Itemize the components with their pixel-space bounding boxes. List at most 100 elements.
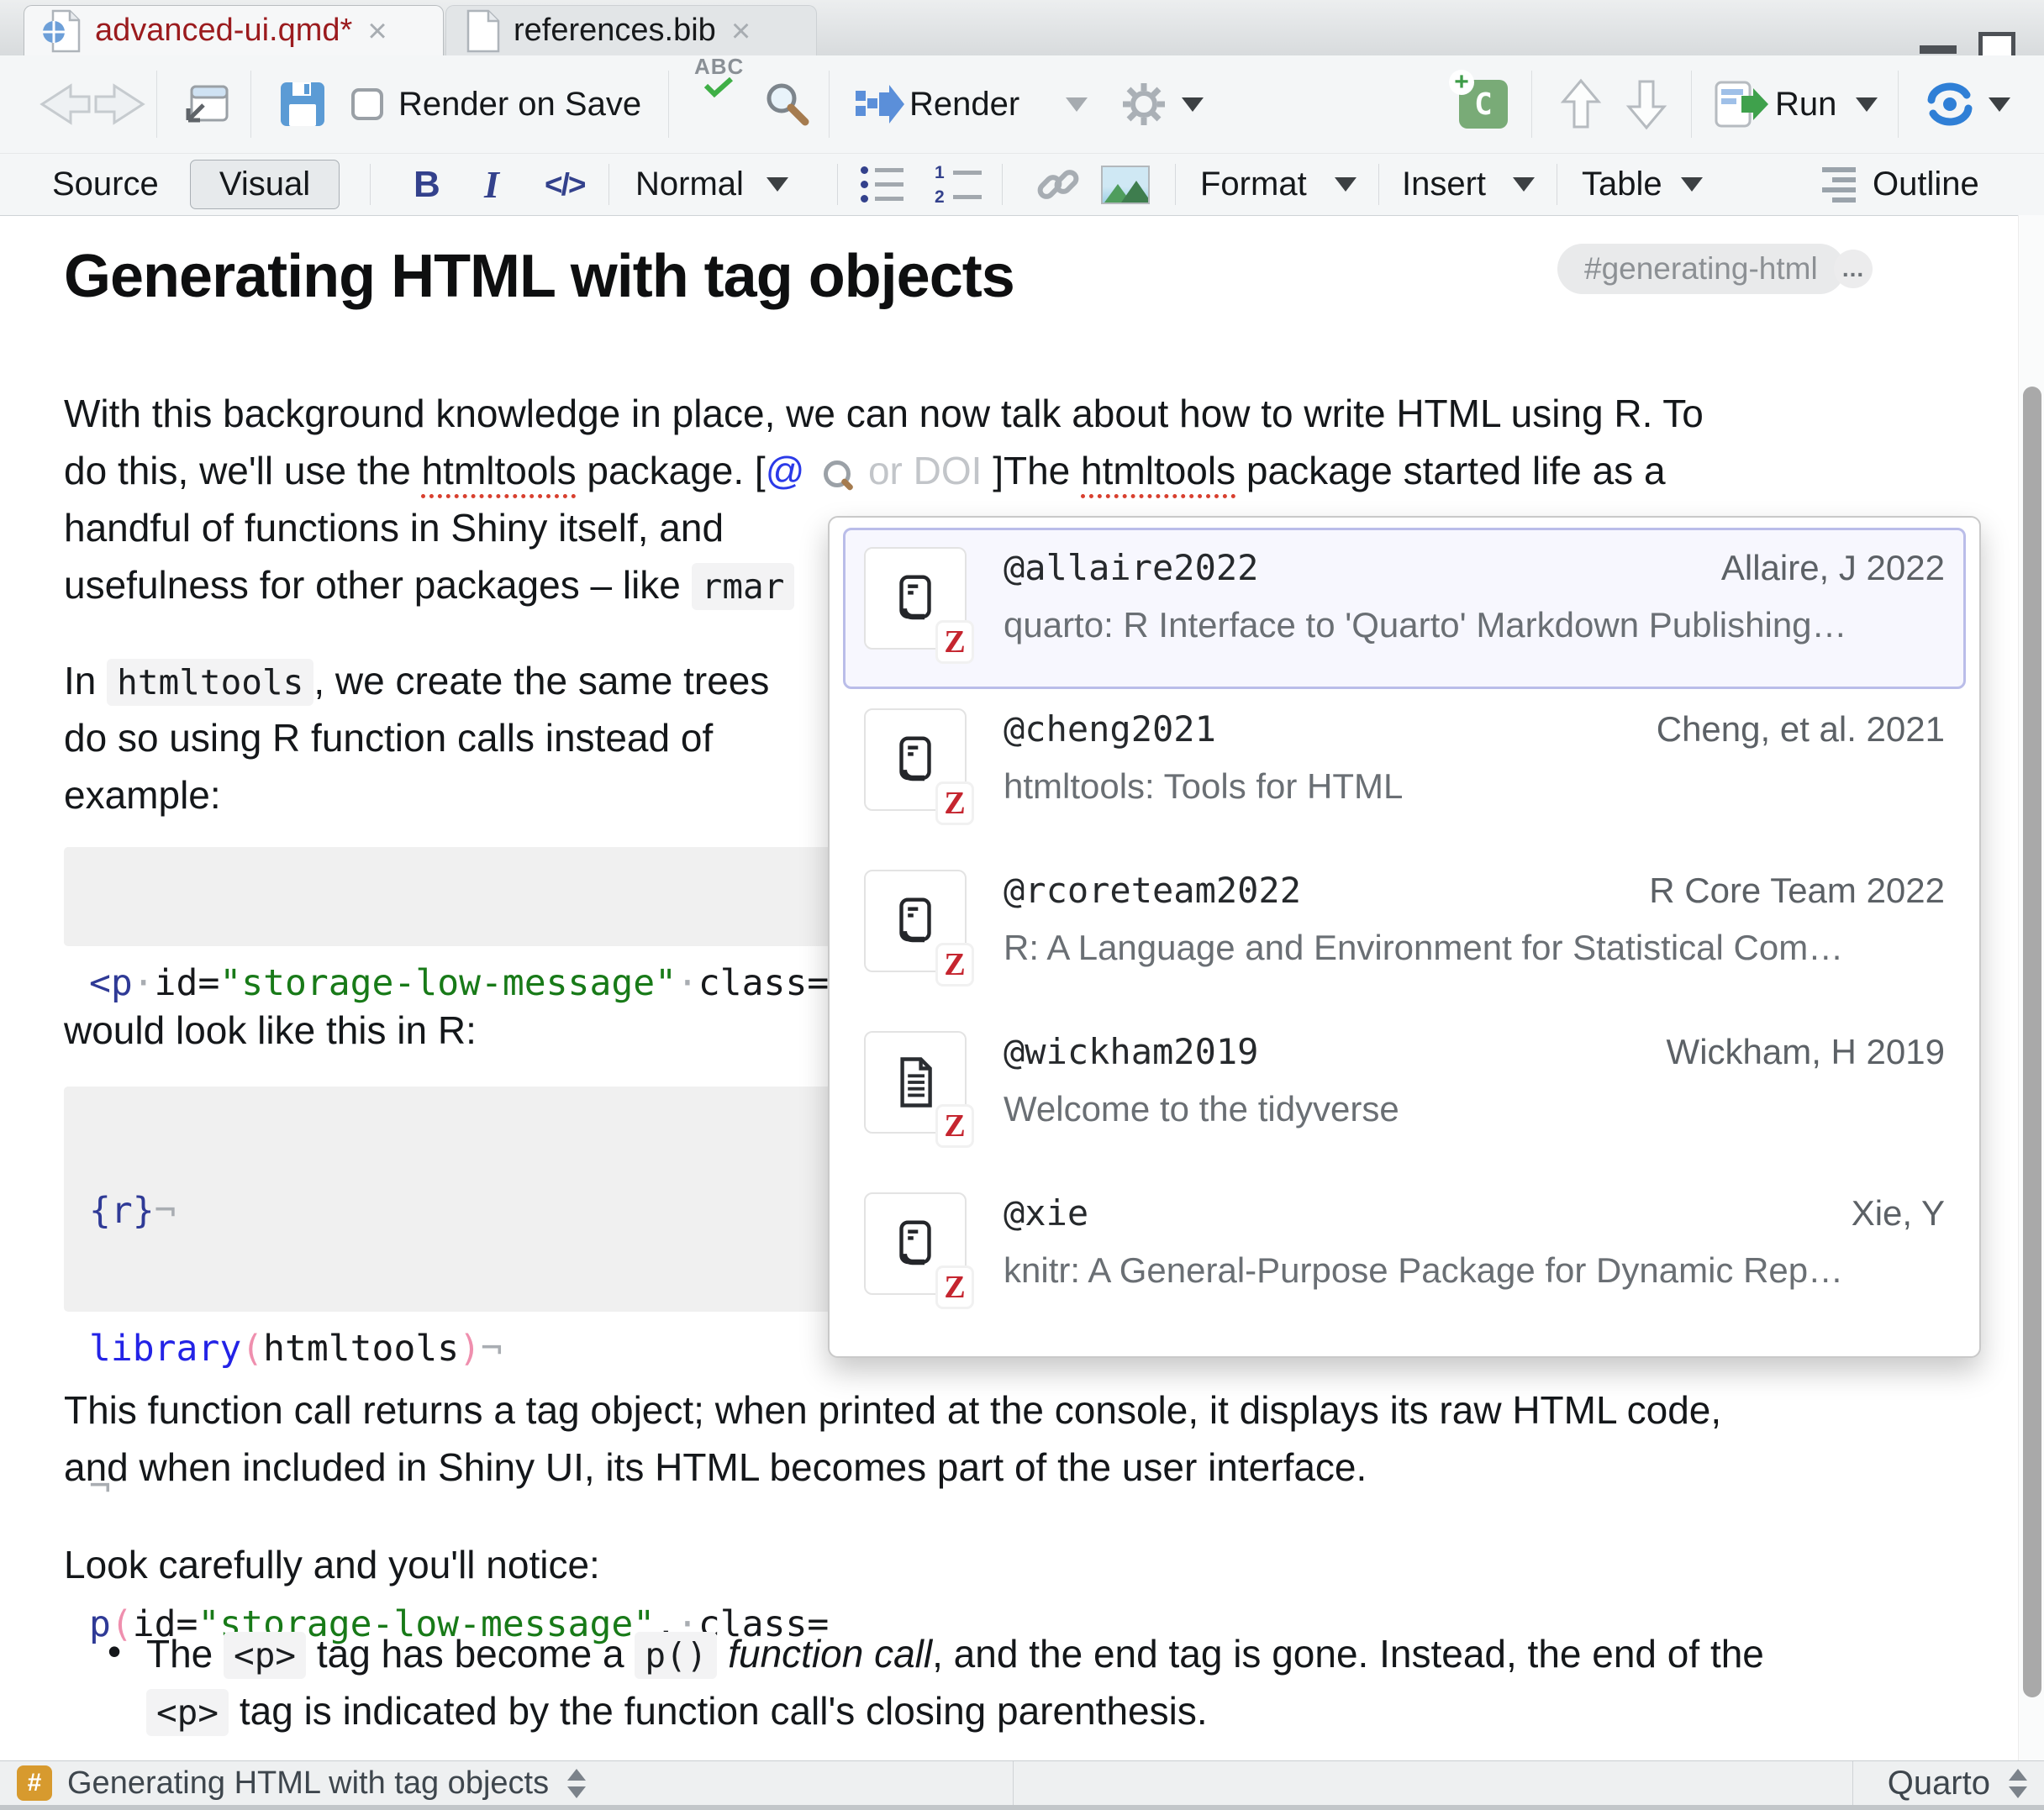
citation-item-text: @cheng2021 Cheng, et al. 2021 htmltools:… xyxy=(1004,708,1945,831)
citation-key: @cheng2021 xyxy=(1004,708,1216,750)
paragraph-line: With this background knowledge in place,… xyxy=(64,388,1704,439)
run-dropdown-icon[interactable] xyxy=(1856,55,1878,153)
outline-section-selector[interactable]: Generating HTML with tag objects xyxy=(67,1761,586,1805)
citation-author-year: Xie, Y xyxy=(1852,1193,1945,1234)
render-on-save-checkbox[interactable] xyxy=(351,55,383,153)
paragraph-line: handful of functions in Shiny itself, an… xyxy=(64,502,724,553)
format-menu-dropdown-icon[interactable] xyxy=(1335,154,1357,215)
run-icon[interactable] xyxy=(1715,55,1770,153)
link-button[interactable] xyxy=(1034,154,1083,215)
source-refresh-icon[interactable] xyxy=(1925,55,1975,153)
paragraph-line: example: xyxy=(64,770,221,820)
spellcheck-button[interactable]: ABC xyxy=(694,55,744,153)
citation-title: R: A Language and Environment for Statis… xyxy=(1004,928,1945,968)
bold-button[interactable]: B xyxy=(414,154,440,215)
tab-label-references: references.bib xyxy=(514,13,716,49)
toolbar-divider xyxy=(837,164,838,205)
run-previous-chunks-button[interactable] xyxy=(1560,55,1602,153)
table-menu-dropdown-icon[interactable] xyxy=(1681,154,1703,215)
document-format-selector[interactable]: Quarto xyxy=(1852,1761,2044,1805)
reference-type-icon: Z xyxy=(864,870,967,972)
citation-author-year: Cheng, et al. 2021 xyxy=(1657,709,1945,750)
section-up-down-icon[interactable] xyxy=(567,1769,586,1798)
citation-key: @rcoreteam2022 xyxy=(1004,870,1301,911)
scrollbar-thumb[interactable] xyxy=(2023,387,2041,1697)
close-icon[interactable]: × xyxy=(367,14,387,48)
reference-type-icon: Z xyxy=(864,708,967,811)
insert-menu-dropdown-icon[interactable] xyxy=(1513,154,1535,215)
citation-item-text: @xie Xie, Y knitr: A General-Purpose Pac… xyxy=(1004,1192,1945,1315)
bib-file-icon xyxy=(465,9,500,53)
more-options-button[interactable]: ... xyxy=(1834,250,1873,288)
render-dropdown-icon[interactable] xyxy=(1066,55,1088,153)
run-next-chunk-button[interactable] xyxy=(1625,55,1667,153)
toolbar-divider xyxy=(156,71,157,138)
zotero-badge-icon: Z xyxy=(938,623,972,661)
section-id-badge: #generating-html xyxy=(1557,244,1845,294)
toolbar-divider xyxy=(370,164,371,205)
zotero-badge-icon: Z xyxy=(938,784,972,823)
status-bar: # Generating HTML with tag objects Quart… xyxy=(0,1760,2044,1805)
paragraph-line: This function call returns a tag object;… xyxy=(64,1385,1721,1435)
paragraph-line: would look like this in R: xyxy=(64,1005,477,1055)
citation-item[interactable]: Z @allaire2022 Allaire, J 2022 quarto: R… xyxy=(843,528,1966,689)
italic-button[interactable]: I xyxy=(484,154,499,215)
outline-toggle-button[interactable]: Outline xyxy=(1873,154,1979,215)
citation-item[interactable]: Z @rcoreteam2022 R Core Team 2022 R: A L… xyxy=(843,850,1966,1012)
citation-item[interactable]: Z @xie Xie, Y knitr: A General-Purpose P… xyxy=(843,1173,1966,1334)
heading-level-icon: # xyxy=(17,1765,52,1801)
citation-item[interactable]: Z @wickham2019 Wickham, H 2019 Welcome t… xyxy=(843,1012,1966,1173)
gear-icon[interactable] xyxy=(1119,55,1168,153)
tab-label-advanced-ui: advanced-ui.qmd* xyxy=(95,13,352,49)
reference-type-icon: Z xyxy=(864,1192,967,1295)
citation-title: knitr: A General-Purpose Package for Dyn… xyxy=(1004,1250,1945,1291)
source-dropdown-icon[interactable] xyxy=(1989,55,2010,153)
gear-dropdown-icon[interactable] xyxy=(1182,55,1204,153)
source-mode-button[interactable]: Source xyxy=(52,154,159,215)
format-menu[interactable]: Format xyxy=(1200,154,1307,215)
render-button[interactable] xyxy=(854,55,906,153)
citation-item-text: @wickham2019 Wickham, H 2019 Welcome to … xyxy=(1004,1031,1945,1154)
outline-icon[interactable] xyxy=(1822,154,1856,215)
citation-autocomplete-popup: Z @allaire2022 Allaire, J 2022 quarto: R… xyxy=(828,516,1981,1358)
table-menu[interactable]: Table xyxy=(1582,154,1662,215)
toolbar-divider xyxy=(1531,71,1532,138)
render-label[interactable]: Render xyxy=(909,55,1019,153)
insert-chunk-button[interactable]: +C xyxy=(1459,55,1508,153)
find-replace-button[interactable] xyxy=(761,55,810,153)
toolbar-divider xyxy=(829,71,830,138)
open-in-new-window-button[interactable] xyxy=(182,55,230,153)
citation-title: htmltools: Tools for HTML xyxy=(1004,766,1945,807)
image-button[interactable] xyxy=(1101,154,1150,215)
citation-key: @allaire2022 xyxy=(1004,547,1258,588)
paragraph-style-dropdown-icon[interactable] xyxy=(766,154,788,215)
minimize-icon[interactable] xyxy=(1920,45,1957,54)
close-icon[interactable]: × xyxy=(731,14,751,48)
paragraph-line: usefulness for other packages – like rma… xyxy=(64,560,794,612)
vertical-scrollbar[interactable] xyxy=(2018,215,2044,1760)
editor-tab-bar: advanced-ui.qmd* × references.bib × xyxy=(0,0,2044,56)
tab-advanced-ui-qmd[interactable]: advanced-ui.qmd* × xyxy=(24,5,444,55)
paragraph-line-with-citation[interactable]: do this, we'll use the htmltools package… xyxy=(64,445,1666,496)
visual-mode-button[interactable]: Visual xyxy=(190,160,340,209)
back-button[interactable] xyxy=(39,55,91,153)
status-divider xyxy=(1013,1761,1014,1805)
citation-item[interactable]: Z @cheng2021 Cheng, et al. 2021 htmltool… xyxy=(843,689,1966,850)
format-up-down-icon[interactable] xyxy=(2009,1769,2027,1798)
format-toolbar: Source Visual B I </> Normal 1 2 xyxy=(0,154,2044,216)
page-title: Generating HTML with tag objects xyxy=(64,242,1014,311)
insert-menu[interactable]: Insert xyxy=(1402,154,1486,215)
toolbar-divider xyxy=(668,71,669,138)
qmd-file-icon xyxy=(43,8,82,54)
citation-title: quarto: R Interface to 'Quarto' Markdown… xyxy=(1004,605,1945,645)
numbered-list-button[interactable]: 1 2 xyxy=(935,154,982,215)
citation-author-year: R Core Team 2022 xyxy=(1649,871,1945,911)
forward-button[interactable] xyxy=(94,55,146,153)
toolbar-divider xyxy=(1002,164,1003,205)
tab-references-bib[interactable]: references.bib × xyxy=(445,5,817,55)
paragraph-style-dropdown[interactable]: Normal xyxy=(635,154,744,215)
code-format-button[interactable]: </> xyxy=(545,154,585,215)
save-button[interactable] xyxy=(279,55,326,153)
bullet-list-button[interactable] xyxy=(861,154,903,215)
run-label[interactable]: Run xyxy=(1775,55,1836,153)
